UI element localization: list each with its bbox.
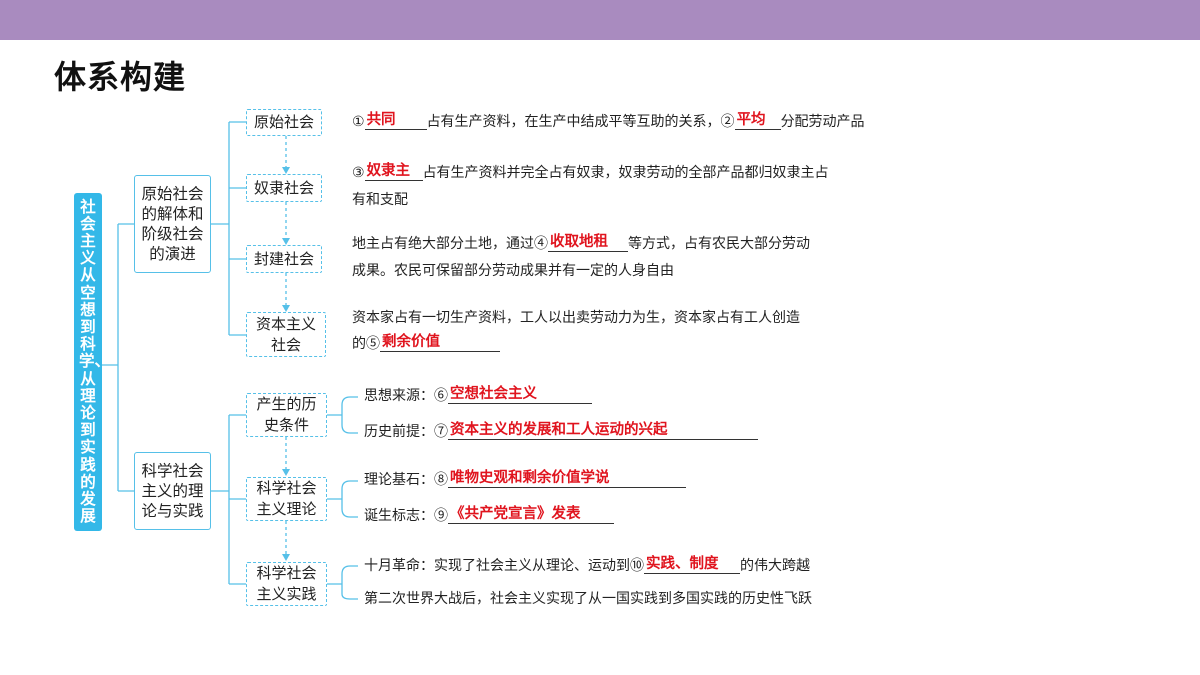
text-slave-society-line1: ③ 奴隶主 占有生产资料并完全占有奴隶，奴隶劳动的全部产品都归奴隶主占 xyxy=(352,162,829,181)
node-primitive-society: 原始社会 xyxy=(246,109,322,136)
answer-3: 奴隶主 xyxy=(364,162,423,181)
text-feudal-society-line1: 地主占有绝大部分土地，通过④ 收取地租 等方式，占有农民大部分劳动 xyxy=(352,233,810,252)
text-historical-premise: 历史前提：⑦ 资本主义的发展和工人运动的兴起 xyxy=(364,419,758,446)
node-slave-society: 奴隶社会 xyxy=(246,174,322,202)
root-node: 社会主义从空想到科学、从理论到实践的发展 xyxy=(74,193,110,531)
answer-2: 平均 xyxy=(734,111,781,130)
node-historical-conditions: 产生的历史条件 xyxy=(246,393,327,437)
answer-4: 收取地租 xyxy=(548,233,628,252)
branch-node-scientific-socialism: 科学社会主义的理论与实践 xyxy=(134,452,211,530)
text-primitive-society: ① 共同 占有生产资料，在生产中结成平等互助的关系，② 平均 分配劳动产品 xyxy=(352,111,865,130)
text-capitalist-society-line1: 资本家占有一切生产资料，工人以出卖劳动力为生，资本家占有工人创造 xyxy=(352,310,800,326)
text-capitalist-society-line2: 的⑤ 剩余价值 xyxy=(352,331,500,358)
answer-10: 实践、制度 xyxy=(644,555,740,574)
text-feudal-society-line2: 成果。农民可保留部分劳动成果并有一定的人身自由 xyxy=(352,263,674,279)
answer-5: 剩余价值 xyxy=(380,333,500,352)
answer-7: 资本主义的发展和工人运动的兴起 xyxy=(448,421,758,440)
answer-9: 《共产党宣言》发表 xyxy=(448,505,614,524)
branch-node-primitive-to-class: 原始社会的解体和阶级社会的演进 xyxy=(134,175,211,273)
text-theoretical-cornerstone: 理论基石：⑧ 唯物史观和剩余价值学说 xyxy=(364,467,686,494)
text-birth-mark: 诞生标志：⑨ 《共产党宣言》发表 xyxy=(364,503,614,530)
node-scientific-socialism-practice: 科学社会主义实践 xyxy=(246,562,327,606)
text-post-wwii: 第二次世界大战后，社会主义实现了从一国实践到多国实践的历史性飞跃 xyxy=(364,591,812,607)
answer-8: 唯物史观和剩余价值学说 xyxy=(448,469,686,488)
node-scientific-socialism-theory: 科学社会主义理论 xyxy=(246,477,327,521)
node-capitalist-society: 资本主义社会 xyxy=(246,312,326,357)
text-slave-society-line2: 有和支配 xyxy=(352,192,408,208)
answer-1: 共同 xyxy=(364,111,427,130)
text-october-revolution: 十月革命：实现了社会主义从理论、运动到⑩ 实践、制度 的伟大跨越 xyxy=(364,555,810,574)
answer-6: 空想社会主义 xyxy=(448,385,592,404)
text-ideological-source: 思想来源：⑥ 空想社会主义 xyxy=(364,383,592,410)
node-feudal-society: 封建社会 xyxy=(246,245,322,273)
